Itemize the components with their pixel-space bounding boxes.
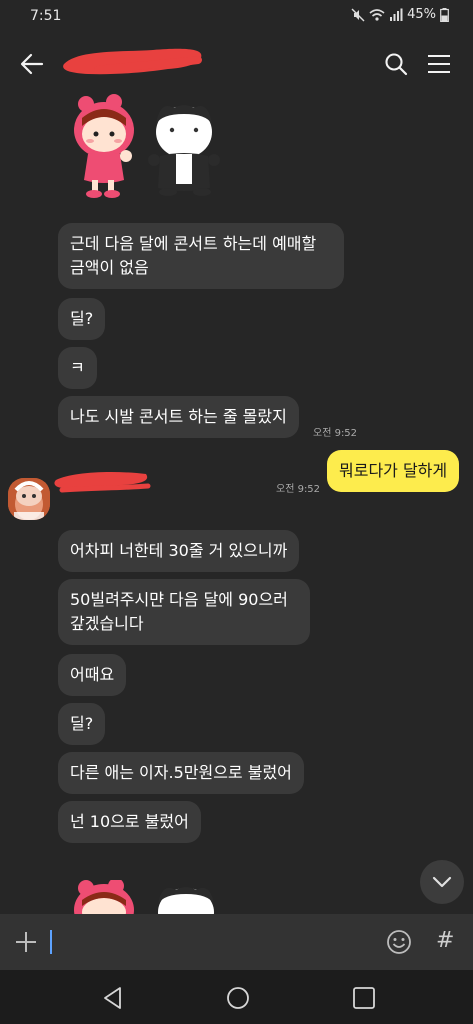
message-bubble[interactable]: 딜? [58,703,106,745]
scroll-to-bottom-button[interactable] [420,860,464,904]
message-bubble[interactable]: 어때요 [58,654,127,696]
search-icon[interactable] [382,50,410,78]
message-bubble[interactable]: 넌 10으로 불렀어 [58,801,201,843]
message-input[interactable] [48,926,368,958]
wifi-icon [369,8,385,21]
emoji-icon[interactable] [386,929,412,955]
back-arrow-icon[interactable] [18,50,46,78]
battery-percent: 45% [407,7,436,22]
nav-home-icon[interactable] [225,985,251,1011]
sender-avatar[interactable] [8,478,50,520]
message-bubble[interactable]: 딜? [58,298,106,340]
message-time: 오전 9:52 [313,428,358,439]
signal-icon [390,8,403,21]
mute-icon [351,8,365,21]
message-input-bar: # [0,914,473,970]
chevron-down-icon [432,876,452,888]
plus-icon[interactable] [14,930,38,954]
message-bubble[interactable]: 50빌려주시먄 다음 달에 90으러 갚겠습니다 [58,579,310,645]
avatar-image [8,478,50,520]
my-message-bubble[interactable]: 뭐로다가 달하게 [327,450,460,492]
status-bar: 7:51 45% [0,0,473,32]
message-bubble[interactable]: 다른 애는 이자.5만원으로 불렀어 [58,752,304,794]
nav-back-icon[interactable] [100,985,126,1011]
message-bubble[interactable]: ㅋ [58,347,97,389]
message-bubble[interactable]: 나도 시발 콘서트 하는 줄 몰랐지 [58,396,299,438]
character-sticker[interactable] [62,880,222,914]
hashtag-icon[interactable]: # [436,928,454,953]
system-nav-bar [0,970,473,1024]
chat-header [0,32,473,94]
text-cursor [50,930,52,954]
status-icons: 45% [351,7,449,22]
status-time: 7:51 [30,8,62,24]
menu-icon[interactable] [425,50,453,78]
chat-messages[interactable]: 근데 다음 달에 콘서트 하는데 예매할 금액이 없음 딜? ㅋ 나도 시발 콘… [0,94,473,914]
message-time: 오전 9:52 [276,484,321,495]
message-bubble[interactable]: 근데 다음 달에 콘서트 하는데 예매할 금액이 없음 [58,223,344,289]
character-sticker[interactable] [56,94,226,202]
nav-recents-icon[interactable] [351,985,377,1011]
battery-icon [440,7,449,22]
message-bubble[interactable]: 어차피 너한테 30줄 거 있으니까 [58,530,300,572]
chat-title-redaction [63,48,202,75]
sender-name-redaction [54,472,151,493]
